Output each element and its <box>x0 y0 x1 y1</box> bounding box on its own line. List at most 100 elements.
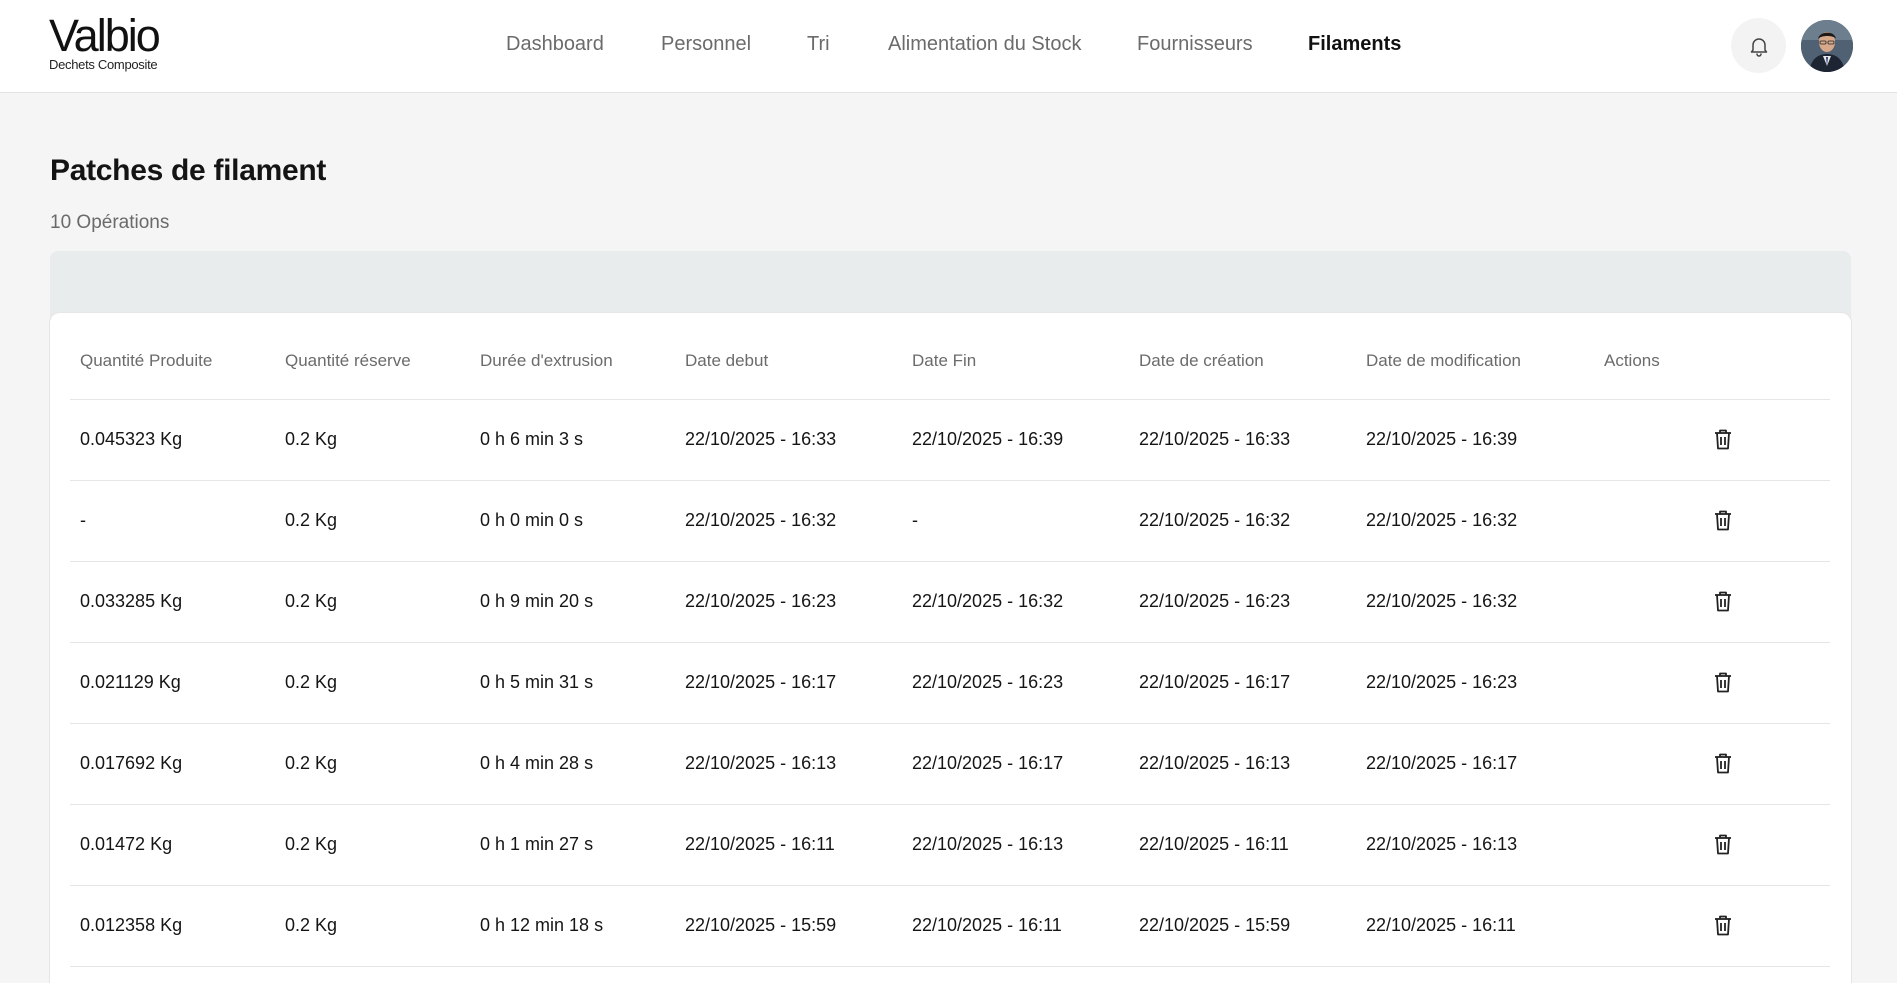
cell-quantite-produite: 0.01472 Kg <box>70 804 275 886</box>
delete-button[interactable] <box>1712 428 1734 452</box>
cell-date-modification: 22/10/2025 - 16:11 <box>1356 885 1594 967</box>
page-title: Patches de filament <box>50 154 327 187</box>
table-row[interactable]: 0.017692 Kg 0.2 Kg 0 h 4 min 28 s 22/10/… <box>70 723 1830 805</box>
cell-quantite-reserve: 0.2 Kg <box>275 642 470 724</box>
cell-quantite-produite: 0.045323 Kg <box>70 399 275 481</box>
cell-date-fin: 22/10/2025 - 16:13 <box>902 804 1129 886</box>
column-header-quantite-produite[interactable]: Quantité Produite <box>70 323 275 400</box>
cell-date-creation: 22/10/2025 - 16:17 <box>1129 642 1356 724</box>
cell-actions <box>1594 399 1830 481</box>
table-row[interactable]: 0.045323 Kg 0.2 Kg 0 h 6 min 3 s 22/10/2… <box>70 399 1830 481</box>
table-row[interactable]: 0.033285 Kg 0.2 Kg 0 h 9 min 20 s 22/10/… <box>70 561 1830 643</box>
column-header-duree-extrusion[interactable]: Durée d'extrusion <box>470 323 675 400</box>
delete-button[interactable] <box>1712 671 1734 695</box>
trash-icon <box>1715 915 1731 936</box>
cell-date-creation: 22/10/2025 - 16:23 <box>1129 561 1356 643</box>
cell-quantite-reserve: 0.2 Kg <box>275 399 470 481</box>
cell-date-creation: 22/10/2025 - 16:32 <box>1129 480 1356 562</box>
delete-button[interactable] <box>1712 914 1734 938</box>
filament-patches-card: Quantité Produite Quantité réserve Durée… <box>50 313 1851 983</box>
cell-date-debut: 22/10/2025 - 16:32 <box>675 480 902 562</box>
column-header-actions: Actions <box>1594 323 1830 400</box>
cell-date-fin: 22/10/2025 - 16:32 <box>902 561 1129 643</box>
cell-duree-extrusion: 0 h 12 min 18 s <box>470 885 675 967</box>
cell-duree-extrusion: 0 h 1 min 27 s <box>470 804 675 886</box>
cell-quantite-reserve: 0.2 Kg <box>275 804 470 886</box>
cell-actions <box>1594 480 1830 562</box>
nav-filaments[interactable]: Filaments <box>1308 33 1401 56</box>
main-nav: Dashboard Personnel Tri Alimentation du … <box>0 0 1897 93</box>
cell-date-fin: 22/10/2025 - 16:23 <box>902 642 1129 724</box>
delete-button[interactable] <box>1712 590 1734 614</box>
cell-actions <box>1594 642 1830 724</box>
trash-icon <box>1715 753 1731 774</box>
cell-duree-extrusion: 0 h 0 min 0 s <box>470 480 675 562</box>
cell-quantite-produite: 0.033285 Kg <box>70 561 275 643</box>
cell-date-creation: 22/10/2025 - 16:11 <box>1129 804 1356 886</box>
cell-date-modification: 22/10/2025 - 16:32 <box>1356 561 1594 643</box>
cell-date-modification: 22/10/2025 - 16:13 <box>1356 804 1594 886</box>
column-header-date-debut[interactable]: Date debut <box>675 323 902 400</box>
cell-quantite-reserve: 0.2 Kg <box>275 885 470 967</box>
delete-button[interactable] <box>1712 509 1734 533</box>
cell-date-creation: 22/10/2025 - 16:33 <box>1129 399 1356 481</box>
filament-patches-table: Quantité Produite Quantité réserve Durée… <box>70 323 1830 967</box>
cell-quantite-produite: 0.012358 Kg <box>70 885 275 967</box>
cell-quantite-produite: 0.017692 Kg <box>70 723 275 805</box>
cell-date-modification: 22/10/2025 - 16:39 <box>1356 399 1594 481</box>
table-row[interactable]: 0.021129 Kg 0.2 Kg 0 h 5 min 31 s 22/10/… <box>70 642 1830 724</box>
column-header-date-fin[interactable]: Date Fin <box>902 323 1129 400</box>
cell-date-modification: 22/10/2025 - 16:23 <box>1356 642 1594 724</box>
cell-date-debut: 22/10/2025 - 16:17 <box>675 642 902 724</box>
cell-actions <box>1594 723 1830 805</box>
cell-date-modification: 22/10/2025 - 16:17 <box>1356 723 1594 805</box>
cell-duree-extrusion: 0 h 5 min 31 s <box>470 642 675 724</box>
trash-icon <box>1715 672 1731 693</box>
cell-date-debut: 22/10/2025 - 16:11 <box>675 804 902 886</box>
cell-quantite-reserve: 0.2 Kg <box>275 723 470 805</box>
cell-quantite-reserve: 0.2 Kg <box>275 561 470 643</box>
cell-date-modification: 22/10/2025 - 16:32 <box>1356 480 1594 562</box>
top-bar: Valbio Dechets Composite Dashboard Perso… <box>0 0 1897 93</box>
cell-date-fin: 22/10/2025 - 16:17 <box>902 723 1129 805</box>
cell-date-debut: 22/10/2025 - 16:33 <box>675 399 902 481</box>
user-avatar[interactable] <box>1801 20 1853 72</box>
cell-actions <box>1594 885 1830 967</box>
cell-date-debut: 22/10/2025 - 15:59 <box>675 885 902 967</box>
cell-date-fin: 22/10/2025 - 16:39 <box>902 399 1129 481</box>
table-row[interactable]: 0.012358 Kg 0.2 Kg 0 h 12 min 18 s 22/10… <box>70 885 1830 967</box>
nav-tri[interactable]: Tri <box>807 33 830 56</box>
column-header-date-modification[interactable]: Date de modification <box>1356 323 1594 400</box>
cell-duree-extrusion: 0 h 4 min 28 s <box>470 723 675 805</box>
trash-icon <box>1715 429 1731 450</box>
bell-icon <box>1750 37 1767 57</box>
cell-date-fin: - <box>902 480 1129 562</box>
cell-duree-extrusion: 0 h 9 min 20 s <box>470 561 675 643</box>
cell-date-debut: 22/10/2025 - 16:13 <box>675 723 902 805</box>
cell-quantite-reserve: 0.2 Kg <box>275 480 470 562</box>
nav-fournisseurs[interactable]: Fournisseurs <box>1137 33 1253 56</box>
table-row[interactable]: - 0.2 Kg 0 h 0 min 0 s 22/10/2025 - 16:3… <box>70 480 1830 562</box>
cell-actions <box>1594 804 1830 886</box>
operations-count: 10 Opérations <box>50 212 170 233</box>
notifications-button[interactable] <box>1731 18 1786 73</box>
delete-button[interactable] <box>1712 752 1734 776</box>
cell-date-debut: 22/10/2025 - 16:23 <box>675 561 902 643</box>
trash-icon <box>1715 510 1731 531</box>
delete-button[interactable] <box>1712 833 1734 857</box>
nav-alimentation-du-stock[interactable]: Alimentation du Stock <box>888 33 1081 56</box>
trash-icon <box>1715 591 1731 612</box>
cell-quantite-produite: 0.021129 Kg <box>70 642 275 724</box>
cell-quantite-produite: - <box>70 480 275 562</box>
table-header-row: Quantité Produite Quantité réserve Durée… <box>70 323 1830 400</box>
cell-date-fin: 22/10/2025 - 16:11 <box>902 885 1129 967</box>
cell-duree-extrusion: 0 h 6 min 3 s <box>470 399 675 481</box>
nav-personnel[interactable]: Personnel <box>661 33 751 56</box>
cell-date-creation: 22/10/2025 - 15:59 <box>1129 885 1356 967</box>
column-header-quantite-reserve[interactable]: Quantité réserve <box>275 323 470 400</box>
nav-dashboard[interactable]: Dashboard <box>506 33 604 56</box>
cell-date-creation: 22/10/2025 - 16:13 <box>1129 723 1356 805</box>
column-header-date-creation[interactable]: Date de création <box>1129 323 1356 400</box>
trash-icon <box>1715 834 1731 855</box>
table-row[interactable]: 0.01472 Kg 0.2 Kg 0 h 1 min 27 s 22/10/2… <box>70 804 1830 886</box>
